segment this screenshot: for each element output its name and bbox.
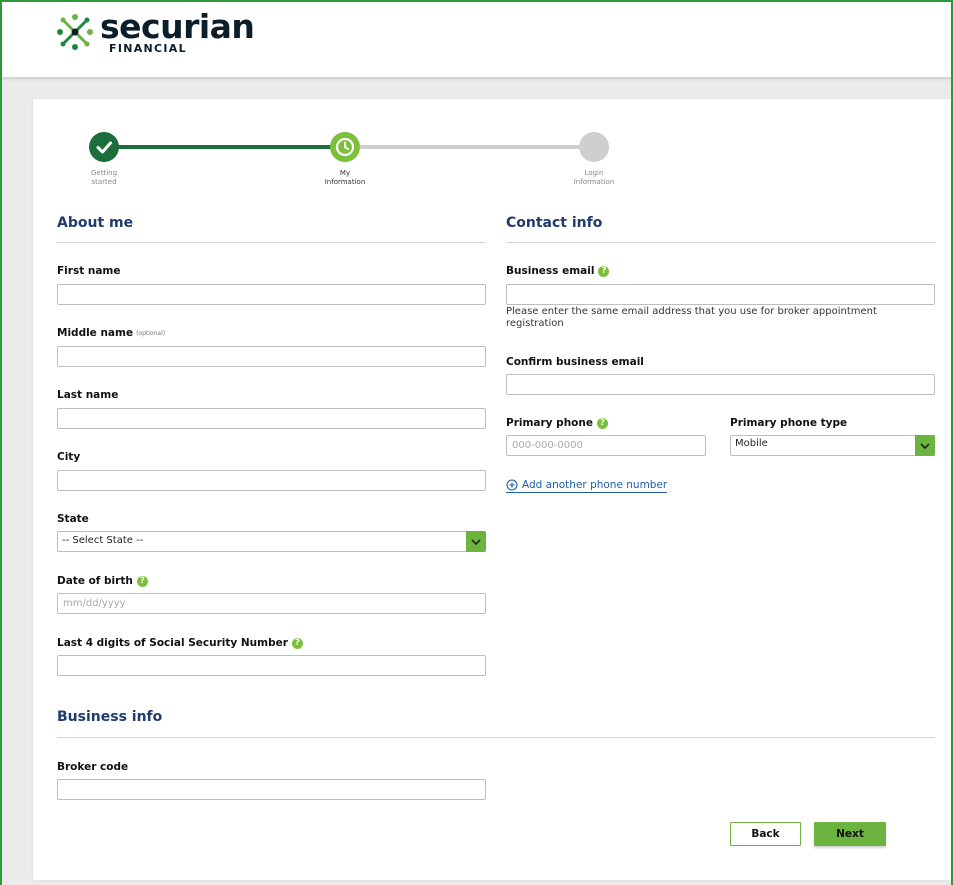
ssn-help-icon[interactable]: ? bbox=[291, 637, 303, 649]
dob-help-icon[interactable]: ? bbox=[136, 575, 148, 587]
step-label-login-information: Login Information bbox=[554, 169, 634, 187]
primary-phone-help-icon[interactable]: ? bbox=[596, 417, 608, 429]
state-label: State bbox=[57, 513, 89, 525]
progress-line-complete bbox=[118, 145, 345, 149]
step-upcoming-icon bbox=[579, 132, 609, 162]
step-3-label-line1: Login bbox=[584, 169, 604, 177]
middle-name-label: Middle name (optional) bbox=[57, 327, 165, 339]
step-label-getting-started: Getting started bbox=[64, 169, 144, 187]
business-email-label: Business email? bbox=[506, 265, 610, 277]
dob-input[interactable] bbox=[57, 593, 486, 614]
step-current-clock-icon bbox=[330, 132, 360, 162]
business-email-input[interactable] bbox=[506, 284, 935, 305]
step-1-label-line2: started bbox=[91, 178, 117, 186]
step-2-label-line1: My bbox=[339, 169, 351, 177]
logo-text: securian FINANCIAL bbox=[100, 7, 255, 55]
first-name-input[interactable] bbox=[57, 284, 486, 305]
business-info-heading: Business info bbox=[57, 709, 163, 725]
progress-line-upcoming bbox=[360, 145, 592, 149]
securian-logo-mark-icon bbox=[57, 14, 93, 50]
city-label-text: City bbox=[57, 451, 81, 463]
phone-type-label: Primary phone type bbox=[730, 417, 847, 429]
broker-code-input[interactable] bbox=[57, 779, 486, 800]
about-me-heading: About me bbox=[57, 215, 134, 231]
plus-circle-icon bbox=[506, 479, 518, 491]
middle-name-label-text: Middle name bbox=[57, 327, 134, 339]
state-select[interactable]: -- Select State -- bbox=[57, 531, 486, 552]
step-2-label-line2: Information bbox=[324, 178, 366, 186]
phone-type-label-text: Primary phone type bbox=[730, 417, 848, 429]
city-label: City bbox=[57, 451, 80, 463]
primary-phone-label: Primary phone? bbox=[506, 417, 608, 429]
next-button[interactable]: Next bbox=[814, 822, 886, 846]
step-3-label-line2: Information bbox=[573, 178, 615, 186]
confirm-email-input[interactable] bbox=[506, 374, 935, 395]
last-name-label: Last name bbox=[57, 389, 118, 401]
step-label-my-information: My Information bbox=[305, 169, 385, 187]
middle-name-input[interactable] bbox=[57, 346, 486, 367]
back-button[interactable]: Back bbox=[730, 822, 801, 846]
phone-type-selected-value: Mobile bbox=[735, 438, 768, 449]
step-complete-icon bbox=[89, 132, 119, 162]
first-name-label-text: First name bbox=[57, 265, 121, 277]
phone-type-select[interactable]: Mobile bbox=[730, 435, 935, 456]
dob-label-text: Date of birth bbox=[57, 575, 133, 587]
ssn-label-text: Last 4 digits of Social Security Number bbox=[57, 637, 288, 649]
ssn-last4-input[interactable] bbox=[57, 655, 486, 676]
step-1-label-line1: Getting bbox=[90, 169, 118, 177]
first-name-label: First name bbox=[57, 265, 121, 277]
dob-label: Date of birth? bbox=[57, 575, 148, 587]
site-header: securian FINANCIAL bbox=[2, 2, 951, 77]
primary-phone-label-text: Primary phone bbox=[506, 417, 593, 429]
business-email-hint: Please enter the same email address that… bbox=[506, 306, 877, 329]
add-phone-link[interactable]: Add another phone number bbox=[506, 479, 668, 493]
chevron-down-icon bbox=[466, 531, 486, 552]
chevron-down-icon bbox=[915, 435, 935, 456]
confirm-email-label: Confirm business email bbox=[506, 356, 644, 368]
contact-info-heading: Contact info bbox=[506, 215, 603, 231]
add-phone-link-text: Add another phone number bbox=[522, 479, 668, 491]
confirm-email-label-text: Confirm business email bbox=[506, 356, 644, 368]
broker-code-label: Broker code bbox=[57, 761, 128, 773]
last-name-label-text: Last name bbox=[57, 389, 119, 401]
registration-card: Getting started My Information Login Inf… bbox=[33, 99, 951, 880]
business-info-divider bbox=[57, 737, 935, 738]
brand-name: securian bbox=[100, 7, 255, 46]
optional-tag: (optional) bbox=[136, 329, 166, 337]
state-label-text: State bbox=[57, 513, 89, 525]
state-selected-value: -- Select State -- bbox=[62, 535, 144, 546]
primary-phone-input[interactable] bbox=[506, 435, 706, 456]
contact-info-divider bbox=[506, 242, 935, 243]
last-name-input[interactable] bbox=[57, 408, 486, 429]
city-input[interactable] bbox=[57, 470, 486, 491]
broker-code-label-text: Broker code bbox=[57, 761, 129, 773]
business-email-help-icon[interactable]: ? bbox=[598, 265, 610, 277]
business-email-label-text: Business email bbox=[506, 265, 595, 277]
ssn-last4-label: Last 4 digits of Social Security Number? bbox=[57, 637, 303, 649]
about-me-divider bbox=[57, 242, 486, 243]
securian-logo[interactable]: securian FINANCIAL bbox=[55, 7, 255, 55]
